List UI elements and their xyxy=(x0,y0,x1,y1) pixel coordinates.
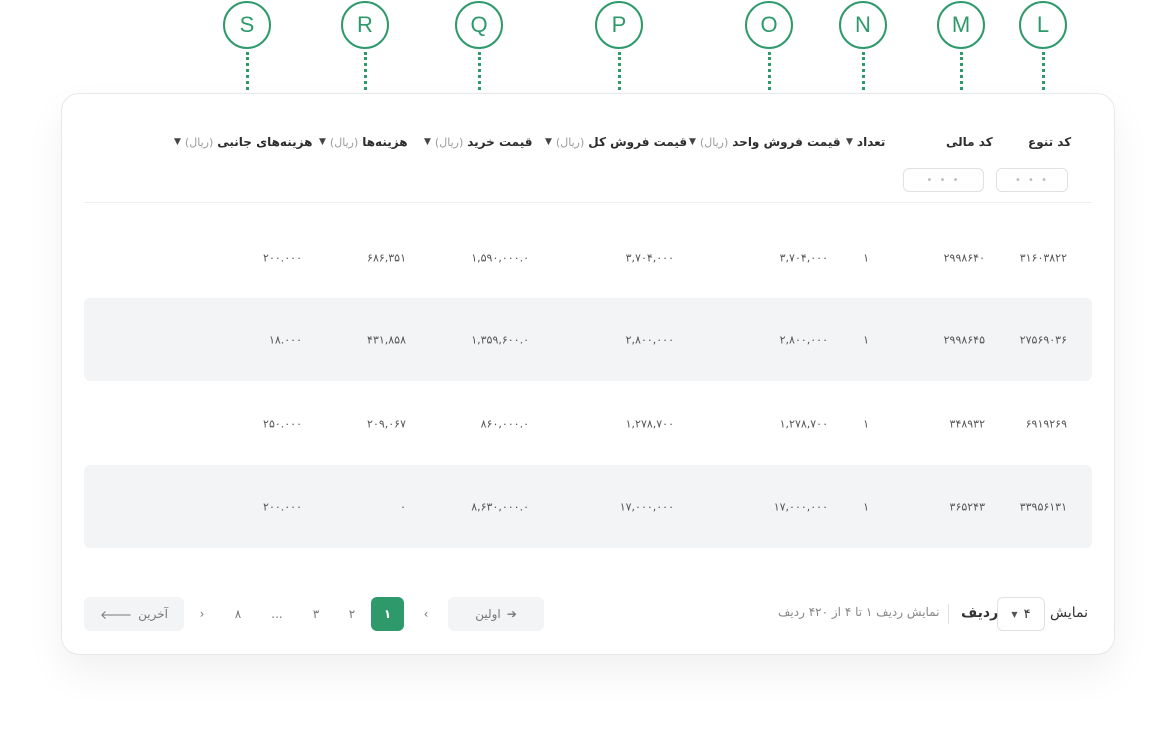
col-header-costs[interactable]: ▼ (ریال) هزینه‌ها xyxy=(319,135,408,149)
cell-unit-price: ۲,۸۰۰,۰۰۰ xyxy=(779,333,828,346)
pagination-summary: نمایش ردیف ۱ تا ۴ از ۴۲۰ ردیف xyxy=(778,605,940,619)
header-divider xyxy=(84,202,1092,203)
cell-purchase-price: ۸۶۰,۰۰۰.۰ xyxy=(480,417,529,430)
table-row[interactable]: ۶۹۱۹۲۶۹ ۳۴۸۹۳۲ ۱ ۱,۲۷۸,۷۰۰ ۱,۲۷۸,۷۰۰ ۸۶۰,۰۰۰.… xyxy=(84,382,1092,465)
cell-variety-code: ۳۳۹۵۶۱۳۱ xyxy=(1019,500,1067,513)
col-label: قیمت خرید xyxy=(467,135,533,149)
cell-costs: ۴۳۱,۸۵۸ xyxy=(367,333,406,346)
col-label: هزینه‌های جانبی xyxy=(217,135,313,149)
first-page-button[interactable]: اولین ➔ xyxy=(448,597,544,631)
unit-label: (ریال) xyxy=(329,135,359,149)
last-page-label: آخرین xyxy=(138,607,169,621)
page-button[interactable]: ۲ xyxy=(340,597,364,631)
col-label: قیمت فروش واحد xyxy=(732,135,841,149)
footer-divider xyxy=(948,604,949,624)
annotation-marker: L xyxy=(1019,1,1067,49)
unit-label: (ریال) xyxy=(434,135,464,149)
cell-unit-price: ۳,۷۰۴,۰۰۰ xyxy=(779,251,828,264)
cell-purchase-price: ۸,۶۳۰,۰۰۰.۰ xyxy=(471,500,529,513)
cell-financial-code: ۲۹۹۸۶۴۵ xyxy=(943,333,985,346)
page-button[interactable]: ۳ xyxy=(304,597,328,631)
chevron-down-icon: ▼ xyxy=(174,137,181,147)
col-label: کد تنوع xyxy=(1028,135,1072,149)
rows-per-page-select[interactable]: ▼ ۴ xyxy=(997,597,1045,631)
financial-code-filter-input[interactable]: • • • xyxy=(903,168,984,192)
col-header-quantity[interactable]: ▼ تعداد xyxy=(846,135,885,149)
chevron-left-icon: ‹ xyxy=(423,607,429,621)
cell-side-costs: ۱۸.۰۰۰ xyxy=(268,333,302,346)
cell-total-price: ۱,۲۷۸,۷۰۰ xyxy=(625,417,674,430)
cell-purchase-price: ۱,۵۹۰,۰۰۰.۰ xyxy=(471,251,529,264)
cell-unit-price: ۱,۲۷۸,۷۰۰ xyxy=(779,417,828,430)
col-header-unit-price[interactable]: ▼ (ریال) قیمت فروش واحد xyxy=(689,135,841,149)
cell-total-price: ۱۷,۰۰۰,۰۰۰ xyxy=(619,500,674,513)
annotation-marker: N xyxy=(839,1,887,49)
table-row[interactable]: ۲۷۵۶۹۰۳۶ ۲۹۹۸۶۴۵ ۱ ۲,۸۰۰,۰۰۰ ۲,۸۰۰,۰۰۰ ۱,۳۵۹,… xyxy=(84,298,1092,381)
chevron-down-icon: ▼ xyxy=(689,137,696,147)
page-button-current[interactable]: ۱ xyxy=(371,597,404,631)
col-label: هزینه‌ها xyxy=(362,135,408,149)
annotation-marker: P xyxy=(595,1,643,49)
chevron-down-icon: ▼ xyxy=(1011,609,1018,619)
table-row[interactable]: ۳۳۹۵۶۱۳۱ ۳۶۵۲۴۳ ۱ ۱۷,۰۰۰,۰۰۰ ۱۷,۰۰۰,۰۰۰ ۸,۶۳۰… xyxy=(84,465,1092,548)
col-label: قیمت فروش کل xyxy=(588,135,688,149)
chevron-right-icon: › xyxy=(199,607,205,621)
cell-purchase-price: ۱,۳۵۹,۶۰۰.۰ xyxy=(471,333,529,346)
col-header-purchase-price[interactable]: ▼ (ریال) قیمت خرید xyxy=(424,135,532,149)
col-header-side-costs[interactable]: ▼ (ریال) هزینه‌های جانبی xyxy=(174,135,312,149)
arrow-right-icon: ➔ xyxy=(506,607,517,621)
cell-side-costs: ۲۵۰.۰۰۰ xyxy=(263,417,302,430)
arrow-left-icon: 🡐 xyxy=(99,607,133,622)
annotation-marker: R xyxy=(341,1,389,49)
cell-quantity: ۱ xyxy=(863,417,869,430)
cell-quantity: ۱ xyxy=(863,333,869,346)
cell-unit-price: ۱۷,۰۰۰,۰۰۰ xyxy=(773,500,828,513)
cell-quantity: ۱ xyxy=(863,251,869,264)
cell-variety-code: ۲۷۵۶۹۰۳۶ xyxy=(1019,333,1067,346)
chevron-down-icon: ▼ xyxy=(319,137,326,147)
cell-variety-code: ۳۱۶۰۳۸۲۲ xyxy=(1019,251,1067,264)
chevron-down-icon: ▼ xyxy=(424,137,431,147)
last-page-button[interactable]: 🡐 آخرین xyxy=(84,597,184,631)
col-label: کد مالی xyxy=(946,135,993,149)
col-header-total-price[interactable]: ▼ (ریال) قیمت فروش کل xyxy=(545,135,687,149)
cell-financial-code: ۳۶۵۲۴۳ xyxy=(949,500,985,513)
first-page-label: اولین xyxy=(475,607,501,621)
cell-costs: ۶۸۶,۳۵۱ xyxy=(367,251,406,264)
col-header-variety-code[interactable]: کد تنوع xyxy=(1028,135,1071,149)
prev-page-button[interactable]: ‹ xyxy=(414,597,438,631)
annotation-marker: Q xyxy=(455,1,503,49)
variety-code-filter-input[interactable]: • • • xyxy=(996,168,1068,192)
show-label: نمایش xyxy=(1050,605,1089,621)
unit-label: (ریال) xyxy=(699,135,729,149)
next-page-button[interactable]: › xyxy=(190,597,214,631)
cell-quantity: ۱ xyxy=(863,500,869,513)
chevron-down-icon: ▼ xyxy=(545,137,552,147)
page-ellipsis: ... xyxy=(271,607,283,621)
col-label: تعداد xyxy=(856,135,886,149)
cell-costs: ۲۰۹,۰۶۷ xyxy=(367,417,406,430)
page-button[interactable]: ۸ xyxy=(226,597,250,631)
cell-variety-code: ۶۹۱۹۲۶۹ xyxy=(1025,417,1067,430)
rows-per-page-value: ۴ xyxy=(1023,606,1031,622)
annotation-marker: O xyxy=(745,1,793,49)
unit-label: (ریال) xyxy=(555,135,585,149)
cell-costs: ۰ xyxy=(400,500,406,513)
col-header-financial-code[interactable]: کد مالی xyxy=(946,135,993,149)
cell-total-price: ۳,۷۰۴,۰۰۰ xyxy=(625,251,674,264)
unit-label: (ریال) xyxy=(184,135,214,149)
table-row[interactable]: ۳۱۶۰۳۸۲۲ ۲۹۹۸۶۴۰ ۱ ۳,۷۰۴,۰۰۰ ۳,۷۰۴,۰۰۰ ۱,۵۹۰,… xyxy=(84,216,1092,299)
chevron-down-icon: ▼ xyxy=(846,137,853,147)
annotation-marker: S xyxy=(223,1,271,49)
cell-side-costs: ۲۰۰.۰۰۰ xyxy=(263,500,302,513)
rows-label: ردیف xyxy=(961,605,999,621)
annotation-marker: M xyxy=(937,1,985,49)
cell-financial-code: ۳۴۸۹۳۲ xyxy=(949,417,985,430)
cell-side-costs: ۲۰۰.۰۰۰ xyxy=(263,251,302,264)
cell-total-price: ۲,۸۰۰,۰۰۰ xyxy=(625,333,674,346)
cell-financial-code: ۲۹۹۸۶۴۰ xyxy=(943,251,985,264)
